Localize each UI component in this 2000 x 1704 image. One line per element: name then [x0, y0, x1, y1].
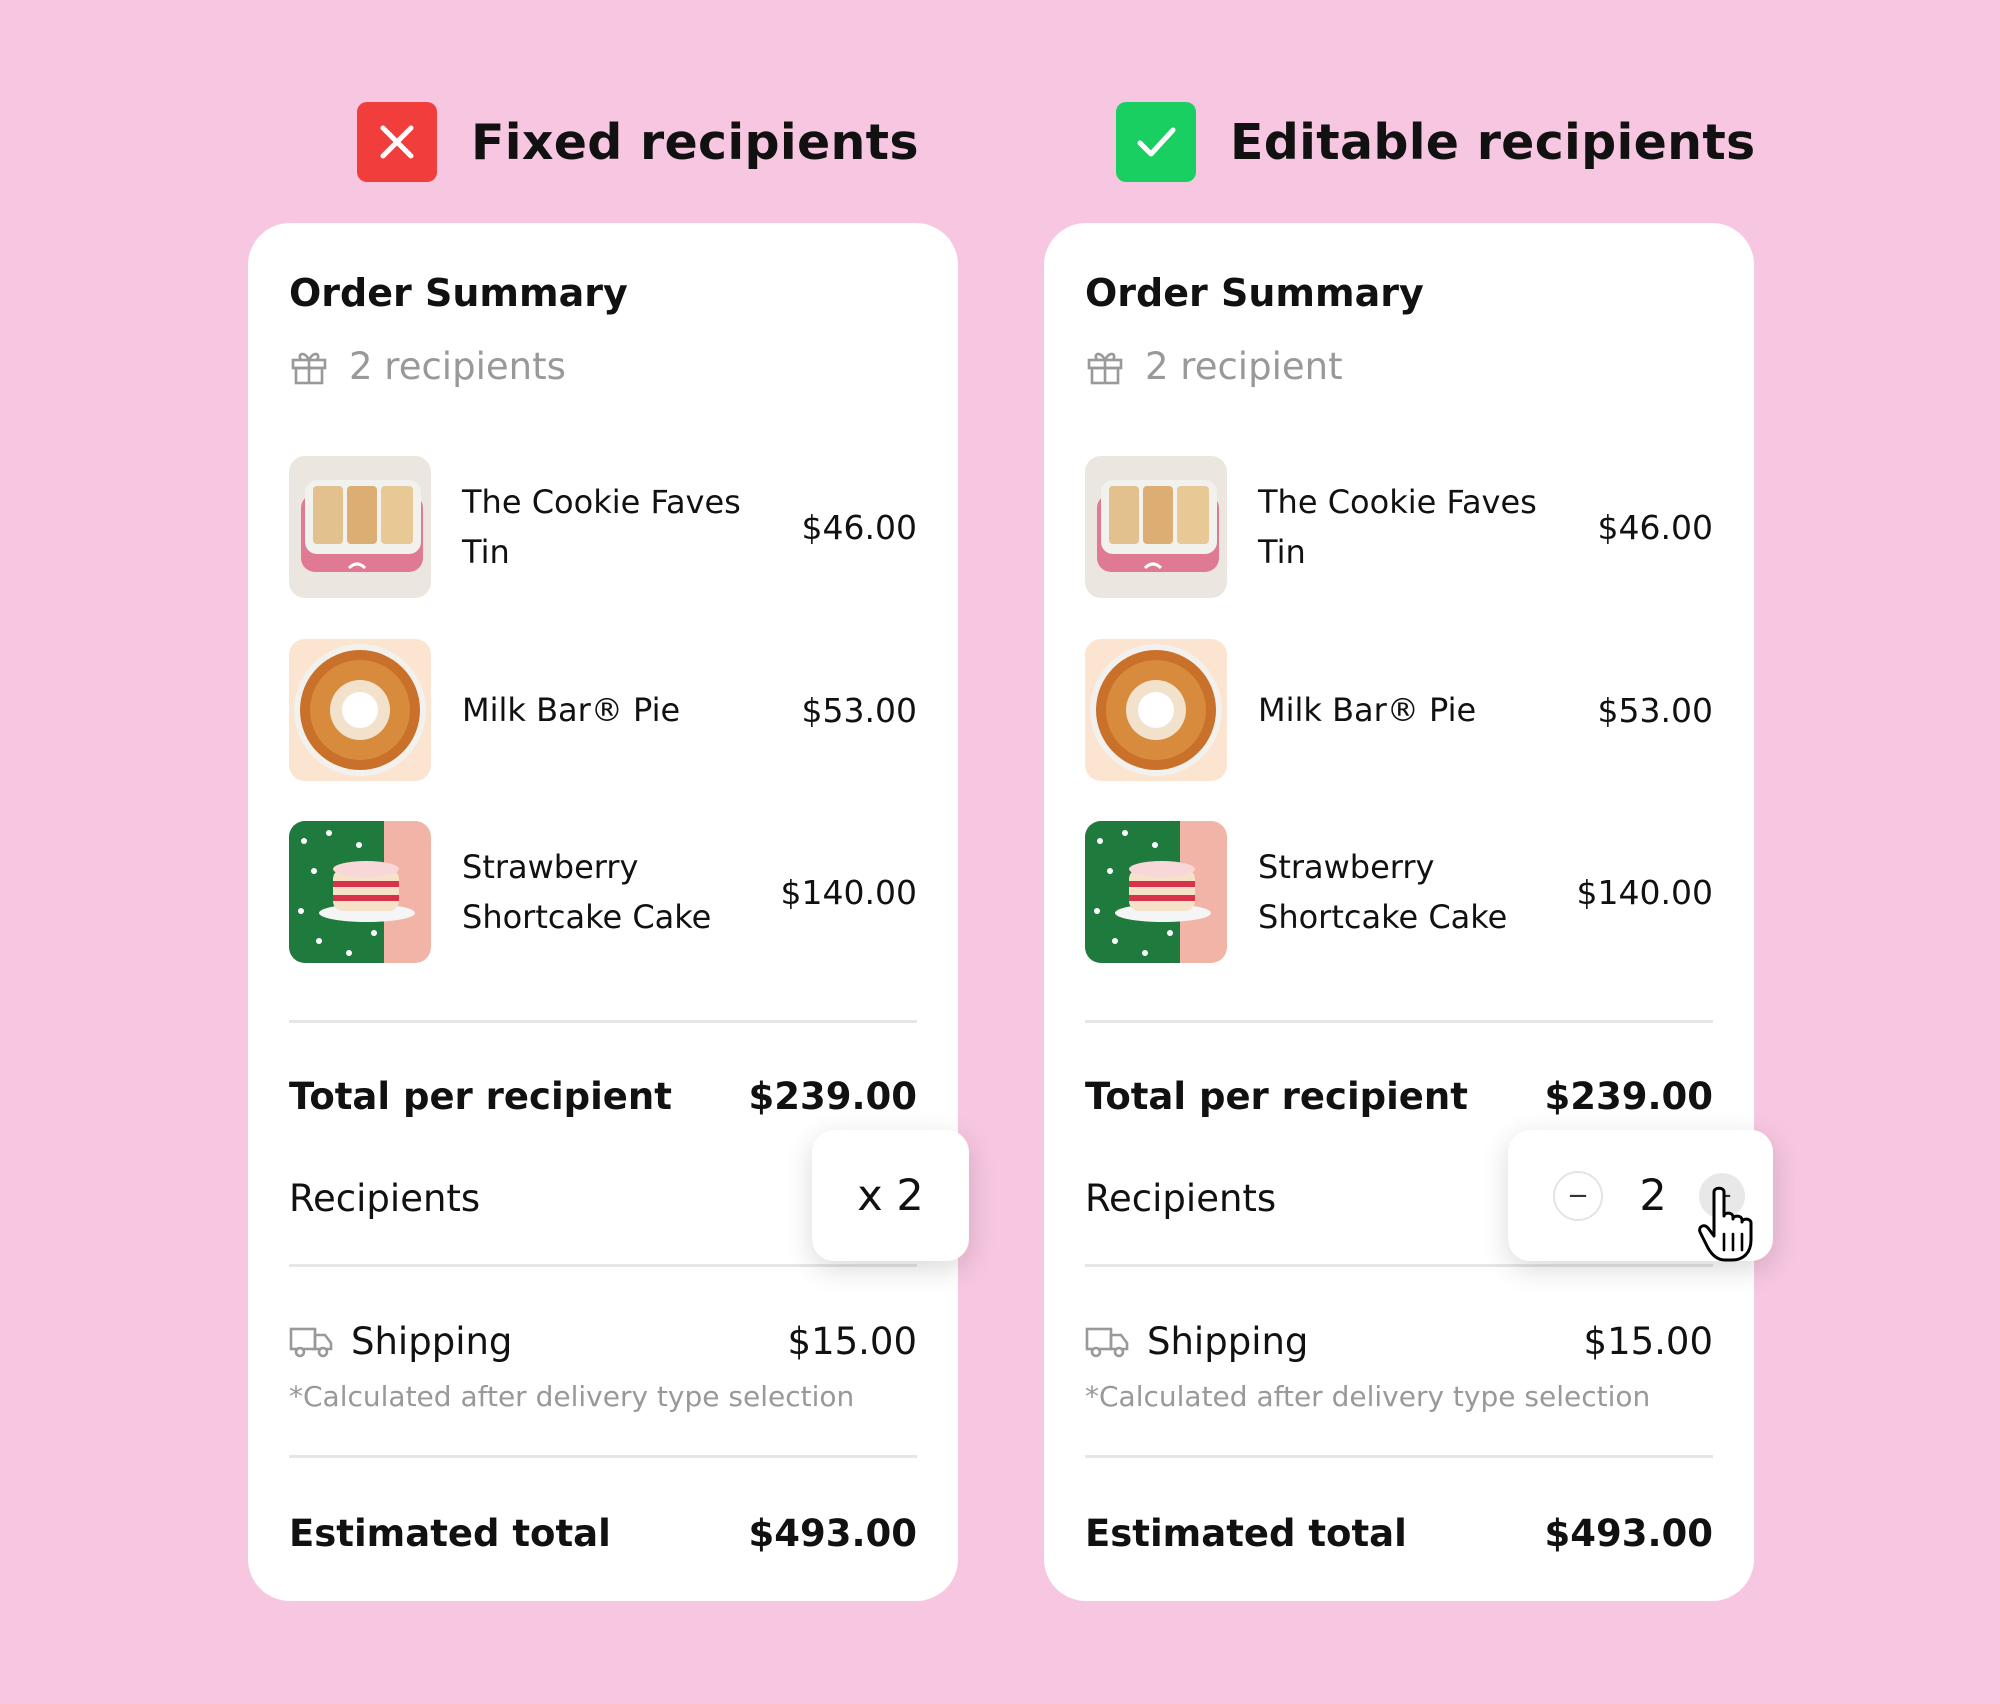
item-price: $140.00 — [780, 872, 917, 912]
cookie-tin-image — [289, 456, 431, 598]
heading-fixed-label: Fixed recipients — [471, 113, 919, 171]
heading-editable-label: Editable recipients — [1230, 113, 1756, 171]
estimated-total-label: Estimated total — [1085, 1511, 1407, 1555]
shipping-label: Shipping — [1147, 1319, 1309, 1363]
list-item: The Cookie Faves Tin $46.00 — [289, 456, 917, 598]
truck-icon — [289, 1327, 333, 1358]
item-price: $53.00 — [801, 690, 917, 730]
order-summary-card-fixed: Order Summary 2 recipients The Cookie Fa… — [248, 223, 958, 1601]
recipients-count-text: 2 recipients — [349, 344, 566, 388]
item-name: Milk Bar® Pie — [1258, 691, 1477, 729]
total-per-recipient-value: $239.00 — [748, 1074, 917, 1118]
divider — [1085, 1020, 1713, 1023]
shipping-row: Shipping $15.00 — [1085, 1316, 1713, 1366]
recipients-count-value: 2 — [1639, 1170, 1667, 1221]
order-summary-card-editable: Order Summary 2 recipient The Cookie Fav… — [1044, 223, 1754, 1601]
list-item: The Cookie Faves Tin $46.00 — [1085, 456, 1713, 598]
hand-pointer-icon — [1698, 1186, 1753, 1262]
recipients-label: Recipients — [289, 1176, 481, 1220]
recipients-fixed-value: x 2 — [857, 1170, 924, 1221]
list-item: Milk Bar® Pie $53.00 — [289, 639, 917, 781]
item-price: $140.00 — [1576, 872, 1713, 912]
estimated-total-value: $493.00 — [1544, 1511, 1713, 1555]
recipients-count-text: 2 recipient — [1145, 344, 1343, 388]
item-price: $53.00 — [1597, 690, 1713, 730]
gift-icon — [291, 352, 327, 385]
shipping-value: $15.00 — [1583, 1319, 1713, 1363]
order-summary-title: Order Summary — [1085, 271, 1424, 315]
pie-image — [289, 639, 431, 781]
item-price: $46.00 — [801, 507, 917, 547]
recipients-count-line: 2 recipient — [1085, 341, 1343, 391]
item-name: Milk Bar® Pie — [462, 691, 681, 729]
divider — [1085, 1455, 1713, 1458]
list-item: Strawberry Shortcake Cake $140.00 — [1085, 821, 1713, 963]
recipients-fixed-value-popover: x 2 — [812, 1130, 969, 1261]
recipients-label: Recipients — [1085, 1176, 1277, 1220]
item-name: The Cookie Faves Tin — [1258, 483, 1537, 571]
shipping-value: $15.00 — [787, 1319, 917, 1363]
list-item: Strawberry Shortcake Cake $140.00 — [289, 821, 917, 963]
cake-image — [1085, 821, 1227, 963]
total-per-recipient-label: Total per recipient — [1085, 1074, 1468, 1118]
shipping-label-group: Shipping — [289, 1320, 512, 1363]
decrement-button[interactable]: − — [1553, 1170, 1603, 1221]
item-name: The Cookie Faves Tin — [462, 483, 741, 571]
divider — [1085, 1264, 1713, 1267]
estimated-total-value: $493.00 — [748, 1511, 917, 1555]
check-icon — [1116, 102, 1196, 182]
estimated-total-row: Estimated total $493.00 — [1085, 1508, 1713, 1558]
shipping-note: *Calculated after delivery type selectio… — [1085, 1380, 1651, 1413]
item-price: $46.00 — [1597, 507, 1713, 547]
total-per-recipient-value: $239.00 — [1544, 1074, 1713, 1118]
x-icon — [357, 102, 437, 182]
divider — [289, 1264, 917, 1267]
shipping-label: Shipping — [351, 1319, 513, 1363]
estimated-total-label: Estimated total — [289, 1511, 611, 1555]
item-name: Strawberry Shortcake Cake — [462, 848, 712, 936]
truck-icon — [1085, 1327, 1129, 1358]
order-summary-title: Order Summary — [289, 271, 628, 315]
list-item: Milk Bar® Pie $53.00 — [1085, 639, 1713, 781]
pie-image — [1085, 639, 1227, 781]
shipping-note: *Calculated after delivery type selectio… — [289, 1380, 855, 1413]
recipients-count-line: 2 recipients — [289, 341, 566, 391]
total-per-recipient-label: Total per recipient — [289, 1074, 672, 1118]
total-per-recipient-row: Total per recipient $239.00 — [289, 1071, 917, 1121]
cookie-tin-image — [1085, 456, 1227, 598]
divider — [289, 1455, 917, 1458]
total-per-recipient-row: Total per recipient $239.00 — [1085, 1071, 1713, 1121]
shipping-label-group: Shipping — [1085, 1320, 1308, 1363]
divider — [289, 1020, 917, 1023]
shipping-row: Shipping $15.00 — [289, 1316, 917, 1366]
heading-editable: Editable recipients — [1116, 102, 1756, 182]
item-name: Strawberry Shortcake Cake — [1258, 848, 1508, 936]
heading-fixed: Fixed recipients — [357, 102, 919, 182]
gift-icon — [1087, 352, 1123, 385]
cake-image — [289, 821, 431, 963]
estimated-total-row: Estimated total $493.00 — [289, 1508, 917, 1558]
